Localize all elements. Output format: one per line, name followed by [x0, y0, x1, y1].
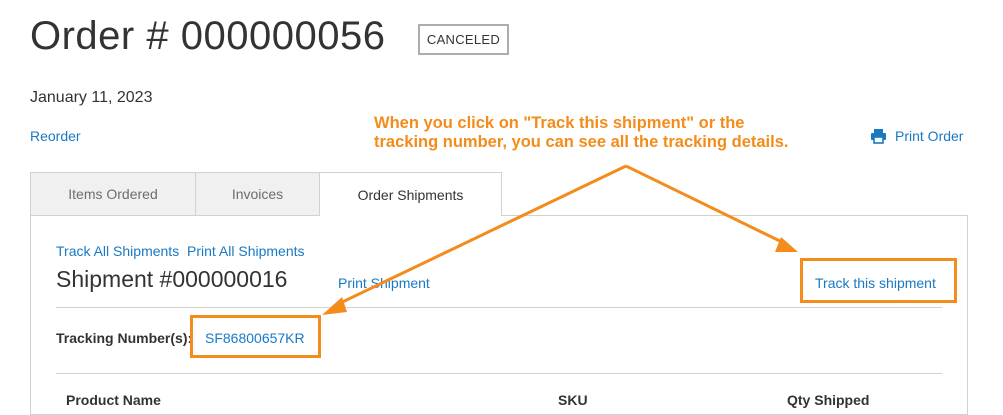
- annotation-line-2: tracking number, you can see all the tra…: [374, 133, 789, 151]
- tab-invoices[interactable]: Invoices: [195, 172, 320, 215]
- highlight-box-tracking-number: [190, 315, 321, 358]
- column-header-qty-shipped: Qty Shipped: [787, 392, 870, 408]
- shipment-title: Shipment #000000016: [56, 266, 288, 292]
- tab-order-shipments[interactable]: Order Shipments: [319, 172, 502, 216]
- divider: [56, 373, 942, 374]
- annotation-callout: When you click on "Track this shipment" …: [374, 114, 788, 152]
- print-order-label: Print Order: [895, 128, 964, 144]
- column-header-sku: SKU: [558, 392, 588, 408]
- printer-icon: [870, 128, 887, 144]
- page-title: Order # 000000056: [30, 14, 386, 58]
- column-header-product-name: Product Name: [66, 392, 161, 408]
- divider: [56, 307, 942, 308]
- print-all-shipments-link[interactable]: Print All Shipments: [187, 243, 305, 259]
- order-status-badge: CANCELED: [418, 24, 509, 55]
- highlight-box-track-shipment: [800, 258, 957, 303]
- reorder-link[interactable]: Reorder: [30, 128, 81, 144]
- tab-items-ordered[interactable]: Items Ordered: [30, 172, 196, 215]
- track-all-shipments-link[interactable]: Track All Shipments: [56, 243, 179, 259]
- order-date: January 11, 2023: [30, 89, 153, 106]
- annotation-line-1: When you click on "Track this shipment" …: [374, 114, 745, 132]
- tracking-number-label: Tracking Number(s):: [56, 330, 193, 346]
- print-order-link[interactable]: Print Order: [870, 128, 963, 144]
- print-shipment-link[interactable]: Print Shipment: [338, 275, 430, 291]
